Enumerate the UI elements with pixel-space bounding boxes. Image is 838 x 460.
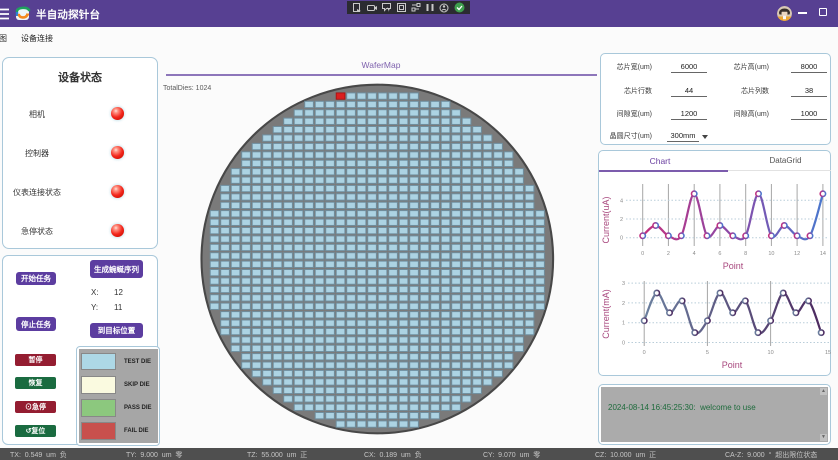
svg-text:12: 12 <box>794 251 800 257</box>
svg-text:14: 14 <box>820 251 826 257</box>
svg-text:6: 6 <box>718 251 721 257</box>
svg-text:0: 0 <box>641 251 644 257</box>
svg-text:0: 0 <box>643 350 646 356</box>
svg-text:0: 0 <box>622 341 625 347</box>
svg-text:2: 2 <box>620 217 623 223</box>
svg-text:10: 10 <box>768 350 774 356</box>
svg-text:10: 10 <box>768 251 774 257</box>
svg-text:0: 0 <box>620 236 623 242</box>
svg-text:2: 2 <box>667 251 670 257</box>
svg-text:5: 5 <box>706 350 709 356</box>
svg-text:Current(uA): Current(uA) <box>601 196 611 243</box>
svg-text:Current(mA): Current(mA) <box>601 289 611 339</box>
svg-text:4: 4 <box>693 251 696 257</box>
svg-text:Point: Point <box>722 360 743 370</box>
svg-text:3: 3 <box>622 281 625 287</box>
svg-text:1: 1 <box>622 321 625 327</box>
svg-text:2: 2 <box>622 301 625 307</box>
svg-text:4: 4 <box>620 198 623 204</box>
svg-text:Point: Point <box>723 261 744 271</box>
svg-text:8: 8 <box>744 251 747 257</box>
svg-text:15: 15 <box>825 350 831 356</box>
